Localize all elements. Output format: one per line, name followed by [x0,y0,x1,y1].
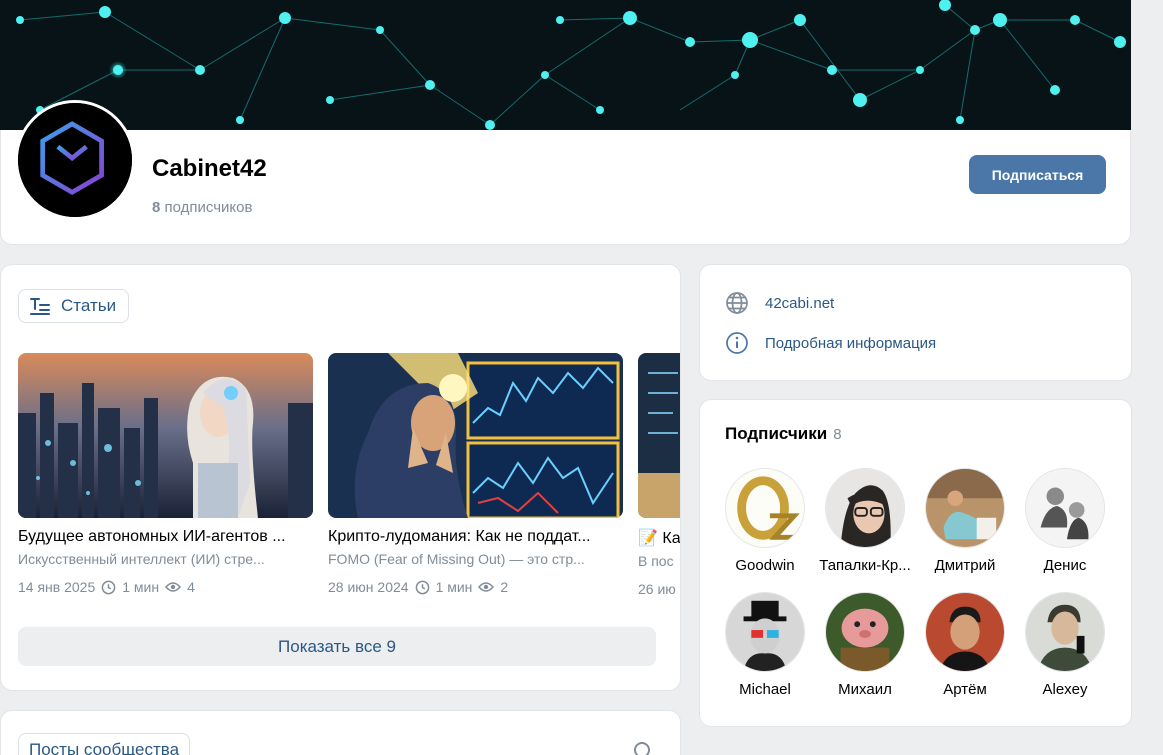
follower-name: Артём [943,681,987,698]
avatar [1025,468,1105,548]
follower-name: Михаил [838,681,892,698]
follower-name: Goodwin [735,557,795,574]
articles-icon [30,298,50,315]
community-posts-section: Посты сообщества [0,710,681,755]
article-description: В пос [638,553,674,569]
subscribe-button[interactable]: Подписаться [969,155,1106,194]
follower-item[interactable]: Дмитрий [915,468,1015,574]
group-header [0,130,1131,245]
group-name: Cabinet42 [152,155,267,182]
article-title: 📝 Ка [638,530,681,547]
article-views: 2 [500,579,509,595]
article-description: FOMO (Fear of Missing Out) — это стр... [328,551,585,567]
avatar [725,592,805,672]
follower-item[interactable]: Михаил [815,592,915,698]
followers-title-label: Подписчики [725,424,828,443]
article-date: 14 янв 2025 [18,579,96,595]
article-views: 4 [187,579,195,595]
details-link[interactable]: Подробная информация [725,331,936,355]
subscribers-count: 8 подписчиков [152,199,252,216]
articles-tab-label: Статьи [61,296,117,315]
avatar [925,468,1005,548]
search-icon[interactable] [633,741,653,755]
subscribers-label: подписчиков [164,199,253,216]
avatar [1025,592,1105,672]
avatar [725,468,805,548]
article-description: Искусственный интеллект (ИИ) стре... [18,551,265,567]
info-icon [726,332,748,354]
article-read-time: 1 мин [435,579,473,595]
follower-item[interactable]: Артём [915,592,1015,698]
article-date: 26 ию [638,581,676,597]
avatar [825,468,905,548]
follower-name: Денис [1043,557,1087,574]
article-image [638,353,680,518]
article-meta: 28 июн 2024 1 мин 2 [328,579,623,595]
clock-icon [101,580,116,594]
eye-icon [478,582,495,592]
article-title: Крипто-лудомания: Как не поддат... [328,528,591,545]
follower-name: Michael [739,681,791,698]
article-read-time: 1 мин [122,579,160,595]
articles-tab[interactable]: Статьи [18,289,130,323]
group-avatar[interactable] [15,100,135,220]
article-meta: 26 ию [638,581,680,597]
article-date: 28 июн 2024 [328,579,409,595]
website-link-label: 42cabi.net [765,294,835,312]
follower-item[interactable]: Тапалки-Кр... [815,468,915,574]
eye-icon [165,582,182,592]
article-title: Будущее автономных ИИ-агентов ... [18,528,286,545]
article-card[interactable]: Крипто-лудомания: Как не поддат... FOMO … [328,353,623,595]
posts-tab[interactable]: Посты сообщества [18,733,191,755]
follower-name: Тапалки-Кр... [819,557,911,574]
article-card[interactable]: 📝 Ка В пос 26 ию [638,353,681,597]
follower-item[interactable]: Денис [1015,468,1115,574]
article-card[interactable]: Будущее автономных ИИ-агентов ... Искусс… [18,353,313,595]
follower-name: Alexey [1042,681,1088,698]
show-all-articles-button[interactable]: Показать все 9 [18,627,656,666]
followers-section: Подписчики 8 Goodwin Тапалки-Кр... Дмитри… [699,399,1132,727]
article-meta: 14 янв 2025 1 мин 4 [18,579,313,595]
followers-title[interactable]: Подписчики 8 [725,424,842,444]
website-link[interactable]: 42cabi.net [725,291,834,315]
details-link-label: Подробная информация [765,334,937,352]
subscribers-number: 8 [152,199,161,216]
articles-section: Статьи Будущее автономных ИИ-агентов ...… [0,264,681,691]
follower-name: Дмитрий [934,557,996,574]
clock-icon [415,580,429,594]
globe-icon [726,292,748,314]
follower-item[interactable]: Alexey [1015,592,1115,698]
cover-image [0,0,1131,150]
articles-carousel: Будущее автономных ИИ-агентов ... Искусс… [18,353,681,613]
followers-count: 8 [833,426,842,443]
info-section: 42cabi.net Подробная информация [699,264,1132,381]
follower-item[interactable]: Michael [715,592,815,698]
article-image [18,353,313,518]
follower-item[interactable]: Goodwin [715,468,815,574]
article-image [328,353,623,518]
avatar [825,592,905,672]
avatar [925,592,1005,672]
